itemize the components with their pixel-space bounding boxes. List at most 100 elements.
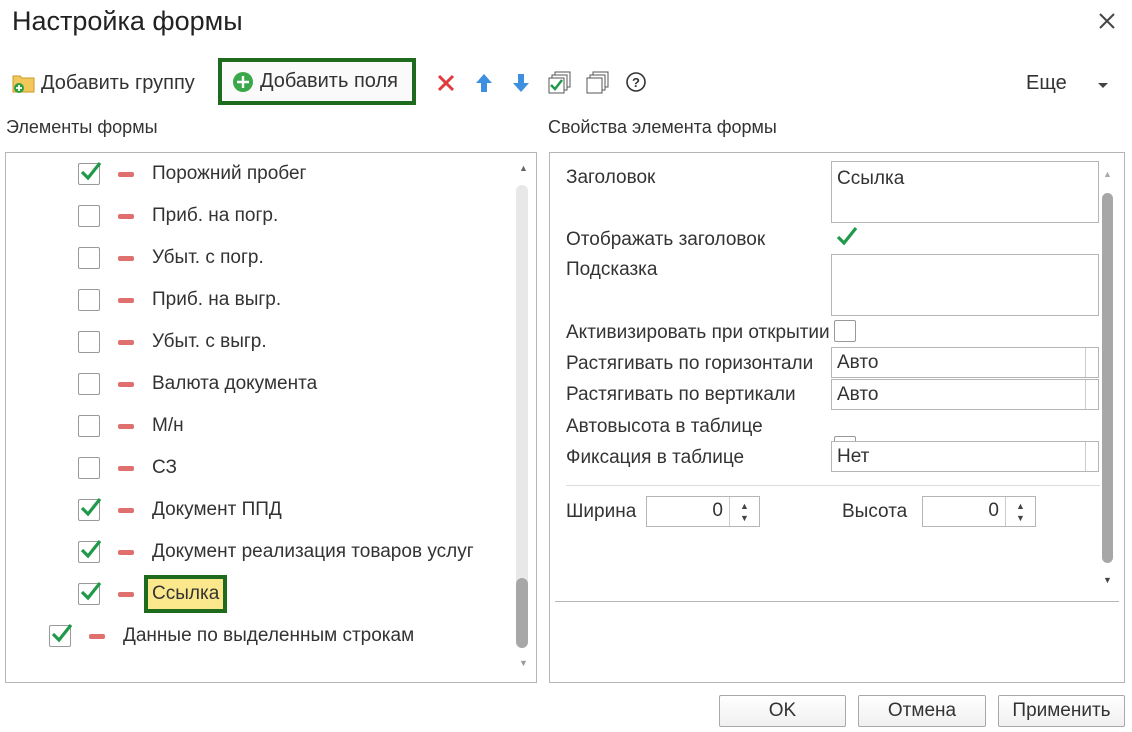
scroll-up-icon[interactable]: ▲	[519, 163, 528, 173]
divider	[555, 601, 1119, 602]
add-fields-label: Добавить поля	[260, 70, 398, 92]
stretch-v-select[interactable]: Авто	[831, 379, 1099, 410]
window-title: Настройка формы	[12, 6, 243, 36]
tree-item[interactable]: Убыт. с погр.	[78, 237, 264, 279]
header-label: Заголовок	[566, 167, 656, 188]
arrow-down-icon[interactable]	[509, 71, 533, 95]
fix-select[interactable]: Нет	[831, 441, 1099, 472]
width-label: Ширина	[566, 501, 637, 522]
check-all-icon[interactable]	[548, 70, 572, 94]
stretch-v-label: Растягивать по вертикали	[566, 384, 796, 405]
fix-label: Фиксация в таблице	[566, 447, 745, 468]
tree-item-selected[interactable]: Ссылка	[78, 573, 228, 615]
show-header-checkbox[interactable]	[834, 224, 860, 255]
tree-item-label: Ссылка	[144, 575, 228, 613]
uncheck-all-icon[interactable]	[586, 70, 610, 94]
tree-item-label: Документ ППД	[152, 499, 282, 520]
tree-item[interactable]: Приб. на погр.	[78, 195, 278, 237]
tree-item[interactable]: М/н	[78, 405, 184, 447]
show-header-label: Отображать заголовок	[566, 229, 766, 250]
remove-icon[interactable]	[118, 423, 134, 429]
remove-icon[interactable]	[118, 465, 134, 471]
add-fields-button[interactable]: Добавить поля	[218, 58, 416, 105]
remove-icon[interactable]	[118, 297, 134, 303]
tree-item-label: Валюта документа	[152, 373, 318, 394]
tree-item-label: Приб. на выгр.	[152, 289, 282, 310]
tree-item-label: М/н	[152, 415, 184, 436]
autoheight-label: Автовысота в таблице	[566, 416, 763, 437]
stretch-h-label: Растягивать по горизонтали	[566, 353, 814, 374]
spin-arrows-icon[interactable]: ▲ ▼	[1005, 497, 1035, 526]
hint-field[interactable]	[831, 254, 1099, 316]
stretch-v-value: Авто	[837, 384, 879, 405]
header-field[interactable]: Ссылка	[831, 161, 1099, 223]
scrollbar-thumb[interactable]	[1102, 193, 1113, 563]
tree-item-label: Убыт. с выгр.	[152, 331, 267, 352]
tree-item[interactable]: Приб. на выгр.	[78, 279, 281, 321]
remove-icon[interactable]	[118, 255, 134, 261]
remove-icon[interactable]	[118, 213, 134, 219]
element-properties-title: Свойства элемента формы	[548, 117, 777, 137]
remove-icon[interactable]	[118, 507, 134, 513]
tree-item[interactable]: Документ реализация товаров услуг	[78, 531, 474, 573]
add-group-button[interactable]: Добавить группу	[12, 68, 195, 98]
more-label: Еще	[1026, 71, 1067, 94]
tree-item[interactable]: Убыт. с выгр.	[78, 321, 267, 363]
checkbox[interactable]	[78, 415, 100, 437]
checkbox[interactable]	[78, 289, 100, 311]
checkbox[interactable]	[78, 457, 100, 479]
height-label: Высота	[842, 501, 908, 522]
remove-icon[interactable]	[118, 549, 134, 555]
scrollbar-thumb[interactable]	[516, 578, 528, 648]
form-elements-title: Элементы формы	[6, 117, 158, 137]
width-field[interactable]: 0 ▲ ▼	[646, 496, 760, 527]
apply-button[interactable]: Применить	[998, 695, 1125, 727]
delete-icon[interactable]	[434, 71, 458, 95]
cancel-button[interactable]: Отмена	[858, 695, 986, 727]
more-button[interactable]: Еще	[1026, 70, 1067, 96]
ok-button[interactable]: OK	[719, 695, 846, 727]
close-icon[interactable]	[1096, 10, 1118, 32]
width-value: 0	[712, 500, 723, 521]
arrow-up-icon[interactable]	[472, 71, 496, 95]
remove-icon[interactable]	[118, 171, 134, 177]
remove-icon[interactable]	[89, 633, 105, 639]
scroll-down-icon[interactable]: ▼	[1103, 575, 1112, 585]
checkbox[interactable]	[78, 582, 102, 605]
checkbox[interactable]	[78, 205, 100, 227]
remove-icon[interactable]	[118, 339, 134, 345]
checkbox[interactable]	[78, 331, 100, 353]
chevron-down-icon[interactable]	[1097, 77, 1109, 95]
stretch-h-select[interactable]: Авто	[831, 347, 1099, 378]
tree-item-label: Убыт. с погр.	[152, 247, 264, 268]
checkbox[interactable]	[78, 247, 100, 269]
scroll-down-icon[interactable]: ▼	[519, 658, 528, 668]
help-icon[interactable]: ?	[624, 70, 648, 94]
tree-item[interactable]: Документ ППД	[78, 489, 282, 531]
dropdown-icon[interactable]	[1085, 442, 1098, 471]
tree-item-label: Данные по выделенным строкам	[123, 625, 415, 646]
divider	[566, 485, 1100, 486]
checkbox[interactable]	[78, 162, 102, 185]
tree-item-label: Приб. на погр.	[152, 205, 279, 226]
tree-item[interactable]: СЗ	[78, 447, 177, 489]
dropdown-icon[interactable]	[1085, 348, 1098, 377]
dropdown-icon[interactable]	[1085, 380, 1098, 409]
remove-icon[interactable]	[118, 591, 134, 597]
activate-label: Активизировать при открытии	[566, 322, 830, 343]
activate-checkbox[interactable]	[834, 320, 856, 342]
tree-item[interactable]: Валюта документа	[78, 363, 317, 405]
fix-value: Нет	[837, 446, 870, 467]
checkbox[interactable]	[49, 624, 73, 647]
checkbox[interactable]	[78, 373, 100, 395]
checkbox[interactable]	[78, 498, 102, 521]
scroll-up-icon[interactable]: ▲	[1103, 169, 1112, 179]
folder-add-icon	[12, 72, 36, 94]
remove-icon[interactable]	[118, 381, 134, 387]
tree-item[interactable]: Данные по выделенным строкам	[49, 615, 414, 657]
spin-arrows-icon[interactable]: ▲ ▼	[729, 497, 759, 526]
checkbox[interactable]	[78, 540, 102, 563]
height-field[interactable]: 0 ▲ ▼	[922, 496, 1036, 527]
tree-item[interactable]: Порожний пробег	[78, 153, 306, 195]
height-value: 0	[988, 500, 999, 521]
